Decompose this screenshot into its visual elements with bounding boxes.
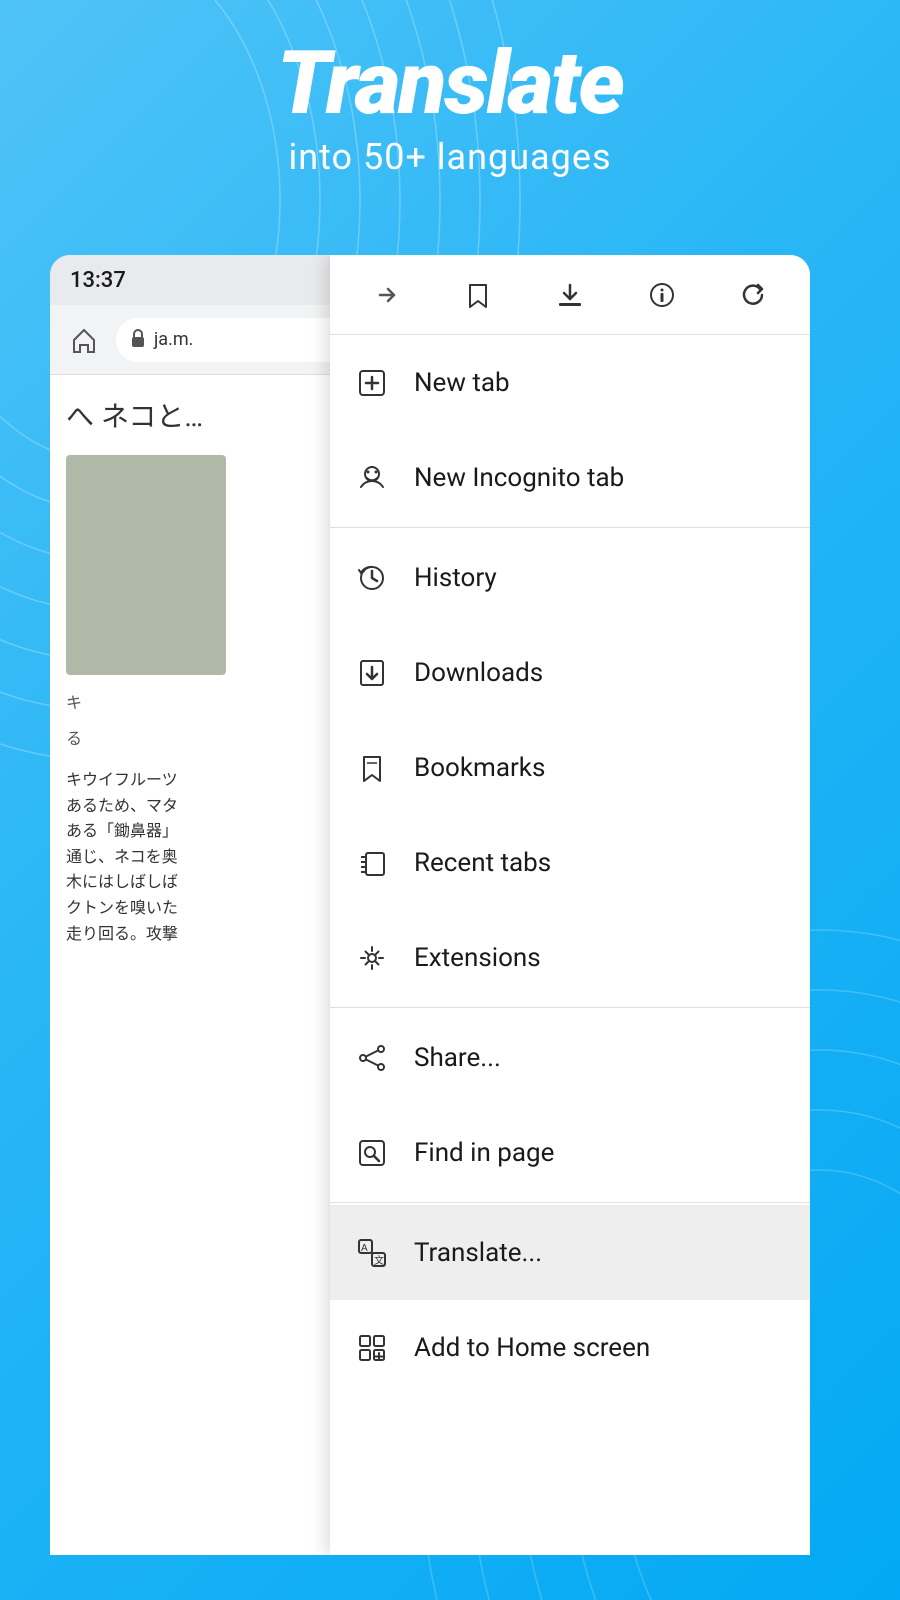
menu-item-add-home-screen[interactable]: Add to Home screen [330, 1300, 810, 1395]
url-text: ja.m. [154, 329, 193, 350]
downloads-label: Downloads [414, 658, 543, 688]
dropdown-menu: New tab New Incognito tab [330, 255, 810, 1555]
add-home-icon [354, 1330, 390, 1366]
menu-item-recent-tabs[interactable]: Recent tabs [330, 815, 810, 910]
history-label: History [414, 563, 497, 593]
hero-section: Translate into 50+ languages [0, 40, 900, 178]
extensions-icon [354, 940, 390, 976]
menu-item-downloads[interactable]: Downloads [330, 625, 810, 720]
divider-1 [330, 527, 810, 528]
share-label: Share... [414, 1043, 501, 1073]
bookmarks-icon [354, 750, 390, 786]
new-tab-icon [354, 365, 390, 401]
svg-text:文: 文 [374, 1254, 384, 1267]
new-tab-label: New tab [414, 368, 510, 398]
history-icon [354, 560, 390, 596]
menu-item-new-incognito-tab[interactable]: New Incognito tab [330, 430, 810, 525]
menu-item-history[interactable]: History [330, 530, 810, 625]
incognito-icon [354, 460, 390, 496]
add-home-screen-label: Add to Home screen [414, 1333, 650, 1363]
menu-item-find-in-page[interactable]: Find in page [330, 1105, 810, 1200]
menu-item-translate[interactable]: A 文 Translate... [330, 1205, 810, 1300]
forward-button[interactable] [360, 269, 412, 321]
downloads-icon [354, 655, 390, 691]
divider-3 [330, 1202, 810, 1203]
download-button[interactable] [544, 269, 596, 321]
find-in-page-label: Find in page [414, 1138, 554, 1168]
refresh-button[interactable] [728, 269, 780, 321]
menu-item-bookmarks[interactable]: Bookmarks [330, 720, 810, 815]
home-button[interactable] [62, 318, 106, 362]
translate-label: Translate... [414, 1238, 542, 1268]
page-image [66, 455, 226, 675]
divider-2 [330, 1007, 810, 1008]
hero-subtitle: into 50+ languages [0, 136, 900, 178]
bookmark-button[interactable] [452, 269, 504, 321]
menu-item-new-tab[interactable]: New tab [330, 335, 810, 430]
recent-tabs-label: Recent tabs [414, 848, 551, 878]
find-icon [354, 1135, 390, 1171]
new-incognito-label: New Incognito tab [414, 463, 624, 493]
phone-frame: 13:37 [50, 255, 810, 1555]
bookmarks-label: Bookmarks [414, 753, 545, 783]
translate-icon: A 文 [354, 1235, 390, 1271]
recent-tabs-icon [354, 845, 390, 881]
status-time: 13:37 [70, 268, 126, 293]
share-icon [354, 1040, 390, 1076]
extensions-label: Extensions [414, 943, 541, 973]
menu-toolbar [330, 255, 810, 335]
menu-item-extensions[interactable]: Extensions [330, 910, 810, 1005]
menu-item-share[interactable]: Share... [330, 1010, 810, 1105]
info-button[interactable] [636, 269, 688, 321]
svg-text:A: A [361, 1243, 368, 1254]
hero-title: Translate [0, 40, 900, 128]
lock-icon [130, 329, 146, 351]
